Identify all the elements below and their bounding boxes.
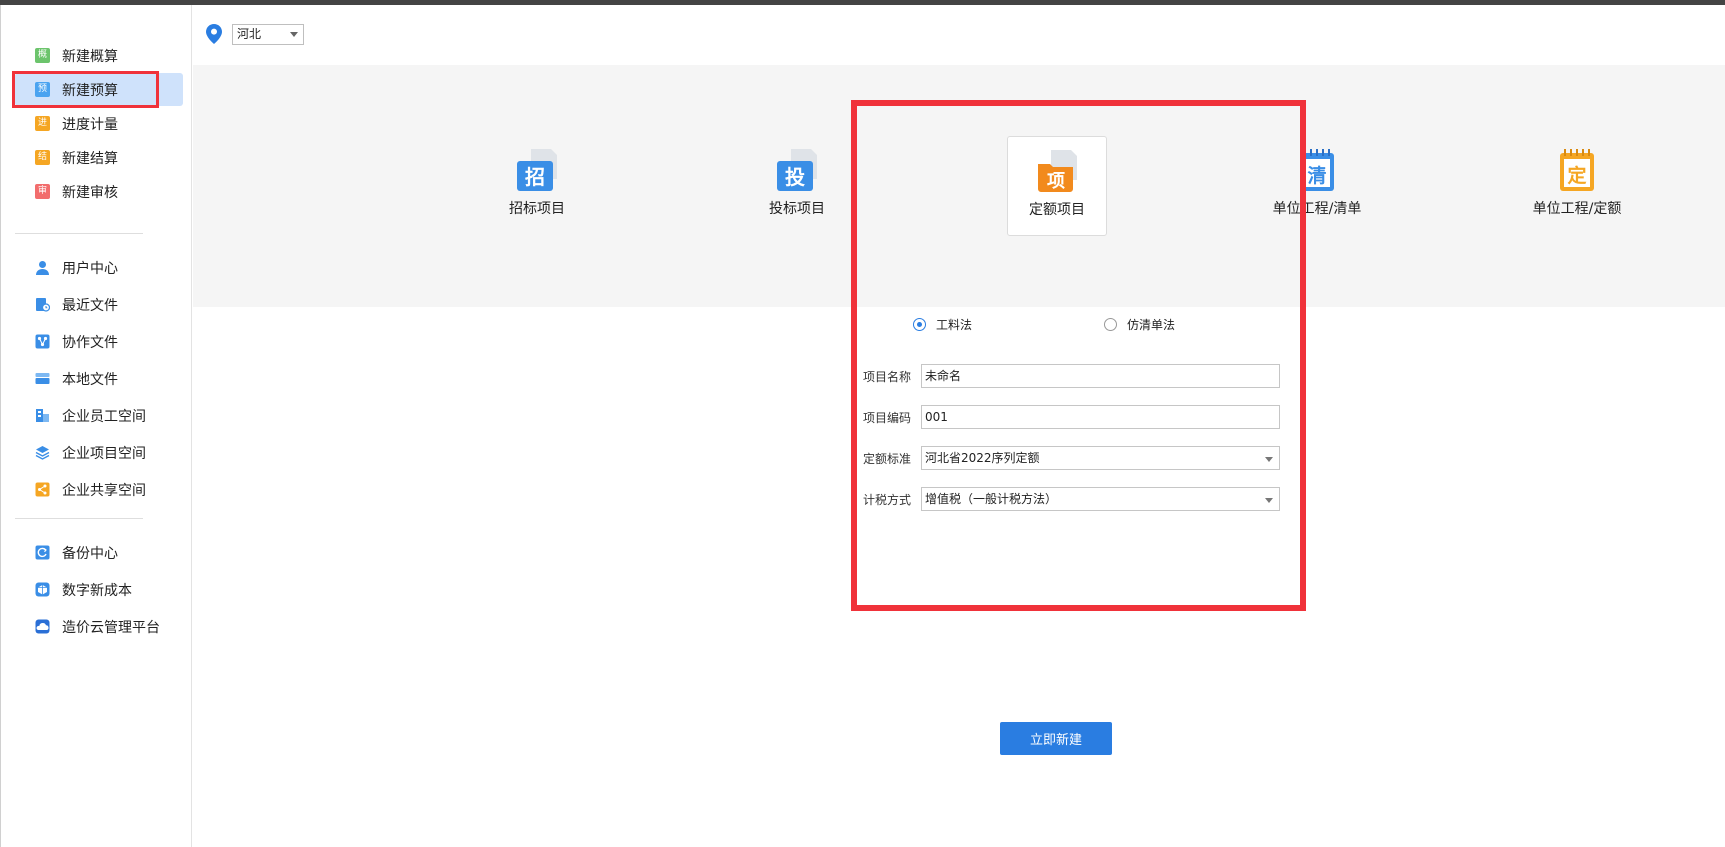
project-name-input[interactable] xyxy=(925,365,1255,386)
sidebar-item-label: 数字新成本 xyxy=(62,582,132,599)
sidebar-item-new-budget[interactable]: 预 新建预算 xyxy=(15,73,183,106)
tax-method-row: 计税方式 增值税（一般计税方法） xyxy=(863,487,1281,511)
project-space-icon xyxy=(35,445,50,460)
project-type-label: 招标项目 xyxy=(509,201,565,217)
sidebar-item-local-files[interactable]: 本地文件 xyxy=(15,362,183,395)
recent-file-icon xyxy=(35,297,50,312)
sidebar-item-label: 新建预算 xyxy=(62,82,118,99)
sidebar-item-recent-files[interactable]: 最近文件 xyxy=(15,288,183,321)
unit-list-icon: 清 xyxy=(1300,149,1334,191)
unit-list-glyph: 清 xyxy=(1307,164,1326,187)
project-code-input[interactable] xyxy=(925,407,1255,427)
radio-label: 工料法 xyxy=(936,318,973,332)
progress-icon: 进 xyxy=(35,116,50,131)
tender-project-glyph: 投 xyxy=(785,165,805,189)
region-select[interactable]: 河北 xyxy=(232,24,304,45)
region-select-value: 河北 xyxy=(237,27,262,41)
project-code-label: 项目编码 xyxy=(863,410,912,425)
sidebar-item-user-center[interactable]: 用户中心 xyxy=(15,251,183,284)
sidebar-item-label: 用户中心 xyxy=(62,260,118,277)
quota-standard-select[interactable]: 河北省2022序列定额 xyxy=(921,446,1280,470)
sidebar-item-collab-files[interactable]: 协作文件 xyxy=(15,325,183,358)
sidebar-item-digital-cost[interactable]: 数字新成本 xyxy=(15,573,183,606)
project-name-field[interactable] xyxy=(921,364,1280,388)
budget-icon: 预 xyxy=(35,82,50,97)
sidebar-item-staff-space[interactable]: 企业员工空间 xyxy=(15,399,183,432)
sidebar-divider xyxy=(15,518,143,519)
project-name-label: 项目名称 xyxy=(863,369,912,384)
sidebar-item-label: 最近文件 xyxy=(62,297,118,314)
project-code-field[interactable] xyxy=(921,405,1280,429)
backup-icon xyxy=(35,545,50,560)
user-icon xyxy=(35,260,50,275)
estimate-icon: 概 xyxy=(35,48,50,63)
project-type-quota[interactable]: 项 定额项目 xyxy=(1007,136,1107,236)
chevron-down-icon xyxy=(290,32,298,37)
local-file-icon xyxy=(35,371,50,386)
sidebar-item-label: 备份中心 xyxy=(62,545,118,562)
tax-method-select[interactable]: 增值税（一般计税方法） xyxy=(921,487,1280,511)
sidebar-item-label: 进度计量 xyxy=(62,116,118,133)
sidebar-divider xyxy=(15,233,143,234)
radio-imitation-list[interactable] xyxy=(1104,318,1117,331)
bid-project-glyph: 招 xyxy=(525,165,545,189)
window-top-border xyxy=(0,0,1725,5)
sidebar-item-new-estimate[interactable]: 概 新建概算 xyxy=(15,39,183,72)
tax-method-label: 计税方式 xyxy=(863,492,912,507)
collab-file-icon xyxy=(35,334,50,349)
cloud-platform-icon xyxy=(35,619,50,634)
project-type-label: 定额项目 xyxy=(1029,202,1085,218)
sidebar-item-label: 企业共享空间 xyxy=(62,482,146,499)
project-type-panel xyxy=(193,65,1725,307)
sidebar-item-label: 企业员工空间 xyxy=(62,408,146,425)
chevron-down-icon[interactable] xyxy=(1265,498,1273,503)
sidebar-item-label: 协作文件 xyxy=(62,334,118,351)
settlement-icon: 结 xyxy=(35,150,50,165)
project-type-tender[interactable]: 投 投标项目 xyxy=(747,136,847,236)
quota-standard-label: 定额标准 xyxy=(863,451,912,466)
unit-quota-glyph: 定 xyxy=(1567,164,1586,187)
unit-quota-icon: 定 xyxy=(1560,149,1594,191)
project-type-label: 投标项目 xyxy=(769,201,825,217)
digital-cost-icon xyxy=(35,582,50,597)
project-type-label: 单位工程/清单 xyxy=(1272,201,1362,217)
share-space-icon xyxy=(35,482,50,497)
chevron-down-icon[interactable] xyxy=(1265,457,1273,462)
quota-project-icon: 项 xyxy=(1038,150,1077,192)
sidebar-item-label: 本地文件 xyxy=(62,371,118,388)
audit-icon: 审 xyxy=(35,184,50,199)
project-code-row: 项目编码 xyxy=(863,405,1281,429)
project-type-bid[interactable]: 招 招标项目 xyxy=(487,136,587,236)
sidebar-item-share-space[interactable]: 企业共享空间 xyxy=(15,473,183,506)
sidebar-item-label: 新建结算 xyxy=(62,150,118,167)
project-type-unit-quota[interactable]: 定 单位工程/定额 xyxy=(1527,136,1627,236)
sidebar-item-progress[interactable]: 进 进度计量 xyxy=(15,107,183,140)
method-option-imitation-list[interactable]: 仿清单法 xyxy=(1104,316,1175,333)
sidebar-item-label: 企业项目空间 xyxy=(62,445,146,462)
create-now-button[interactable]: 立即新建 xyxy=(1000,722,1112,755)
project-name-row: 项目名称 xyxy=(863,364,1281,388)
radio-labor-material[interactable] xyxy=(913,318,926,331)
location-pin-icon xyxy=(206,24,222,44)
sidebar-item-label: 新建概算 xyxy=(62,48,118,65)
sidebar-item-label: 新建审核 xyxy=(62,184,118,201)
sidebar-item-new-audit[interactable]: 审 新建审核 xyxy=(15,175,183,208)
radio-label: 仿清单法 xyxy=(1127,318,1176,332)
sidebar-item-project-space[interactable]: 企业项目空间 xyxy=(15,436,183,469)
tender-project-icon: 投 xyxy=(777,149,817,191)
tax-method-value: 增值税（一般计税方法） xyxy=(925,492,1058,506)
bid-project-icon: 招 xyxy=(517,149,557,191)
project-type-unit-list[interactable]: 清 单位工程/清单 xyxy=(1267,136,1367,236)
sidebar-item-cloud-platform[interactable]: 造价云管理平台 xyxy=(15,610,183,643)
sidebar-item-backup-center[interactable]: 备份中心 xyxy=(15,536,183,569)
project-type-label: 单位工程/定额 xyxy=(1532,201,1622,217)
staff-space-icon xyxy=(35,408,50,423)
quota-standard-row: 定额标准 河北省2022序列定额 xyxy=(863,446,1281,470)
sidebar-item-label: 造价云管理平台 xyxy=(62,619,160,636)
sidebar: 概 新建概算 预 新建预算 进 进度计量 结 新建结算 审 新建审核 用户中心 … xyxy=(0,5,192,847)
sidebar-item-new-settlement[interactable]: 结 新建结算 xyxy=(15,141,183,174)
quota-standard-value: 河北省2022序列定额 xyxy=(925,451,1040,465)
method-option-labor-material[interactable]: 工料法 xyxy=(913,316,972,333)
quota-project-glyph: 项 xyxy=(1047,171,1065,192)
